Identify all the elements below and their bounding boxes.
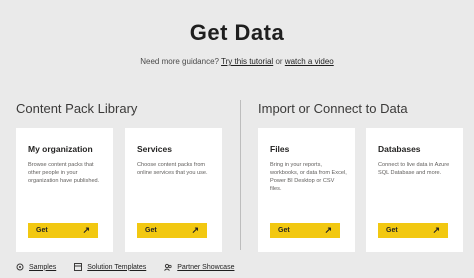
footer-links: Samples Solution Templates Partner Showc… <box>16 263 234 271</box>
guidance-prefix: Need more guidance? <box>140 57 219 66</box>
samples-label: Samples <box>29 263 57 271</box>
get-button-label: Get <box>278 227 290 234</box>
get-button-label: Get <box>386 227 398 234</box>
page-title: Get Data <box>189 20 285 45</box>
get-services-button[interactable]: Get ↗ <box>137 223 207 238</box>
get-button-label: Get <box>145 227 157 234</box>
card-files: Files Bring in your reports, workbooks, … <box>258 128 355 252</box>
video-link[interactable]: watch a video <box>285 57 334 66</box>
card-title: Databases <box>378 144 421 154</box>
card-description: Choose content packs from online service… <box>137 162 208 176</box>
card-description: Browse content packs that other people i… <box>28 162 100 184</box>
card-description: Bring in your reports, workbooks, or dat… <box>270 162 347 192</box>
solution-templates-label: Solution Templates <box>87 263 147 271</box>
get-databases-button[interactable]: Get ↗ <box>378 223 448 238</box>
card-services: Services Choose content packs from onlin… <box>125 128 222 252</box>
partner-showcase-label: Partner Showcase <box>177 263 235 271</box>
partner-icon <box>164 263 172 271</box>
card-title: Files <box>270 144 290 154</box>
arrow-up-right-icon: ↗ <box>82 225 90 235</box>
get-files-button[interactable]: Get ↗ <box>270 223 340 238</box>
import-connect-heading: Import or Connect to Data <box>258 101 408 116</box>
samples-icon <box>16 263 24 271</box>
samples-link[interactable]: Samples <box>16 263 56 271</box>
card-title: Services <box>137 144 172 154</box>
card-description: Connect to live data in Azure SQL Databa… <box>378 162 450 176</box>
guidance-or: or <box>275 57 283 66</box>
section-divider <box>240 100 241 250</box>
card-my-organization: My organization Browse content packs tha… <box>16 128 113 252</box>
templates-icon <box>74 263 83 271</box>
guidance-line: Need more guidance? Try this tutorial or… <box>0 57 474 66</box>
arrow-up-right-icon: ↗ <box>324 225 332 235</box>
arrow-up-right-icon: ↗ <box>191 225 199 235</box>
tutorial-link[interactable]: Try this tutorial <box>221 57 273 66</box>
get-my-organization-button[interactable]: Get ↗ <box>28 223 98 238</box>
card-title: My organization <box>28 144 93 154</box>
solution-templates-link[interactable]: Solution Templates <box>74 263 146 271</box>
partner-showcase-link[interactable]: Partner Showcase <box>164 263 234 271</box>
card-databases: Databases Connect to live data in Azure … <box>366 128 463 252</box>
arrow-up-right-icon: ↗ <box>432 225 440 235</box>
get-button-label: Get <box>36 227 48 234</box>
content-pack-library-heading: Content Pack Library <box>16 101 138 116</box>
